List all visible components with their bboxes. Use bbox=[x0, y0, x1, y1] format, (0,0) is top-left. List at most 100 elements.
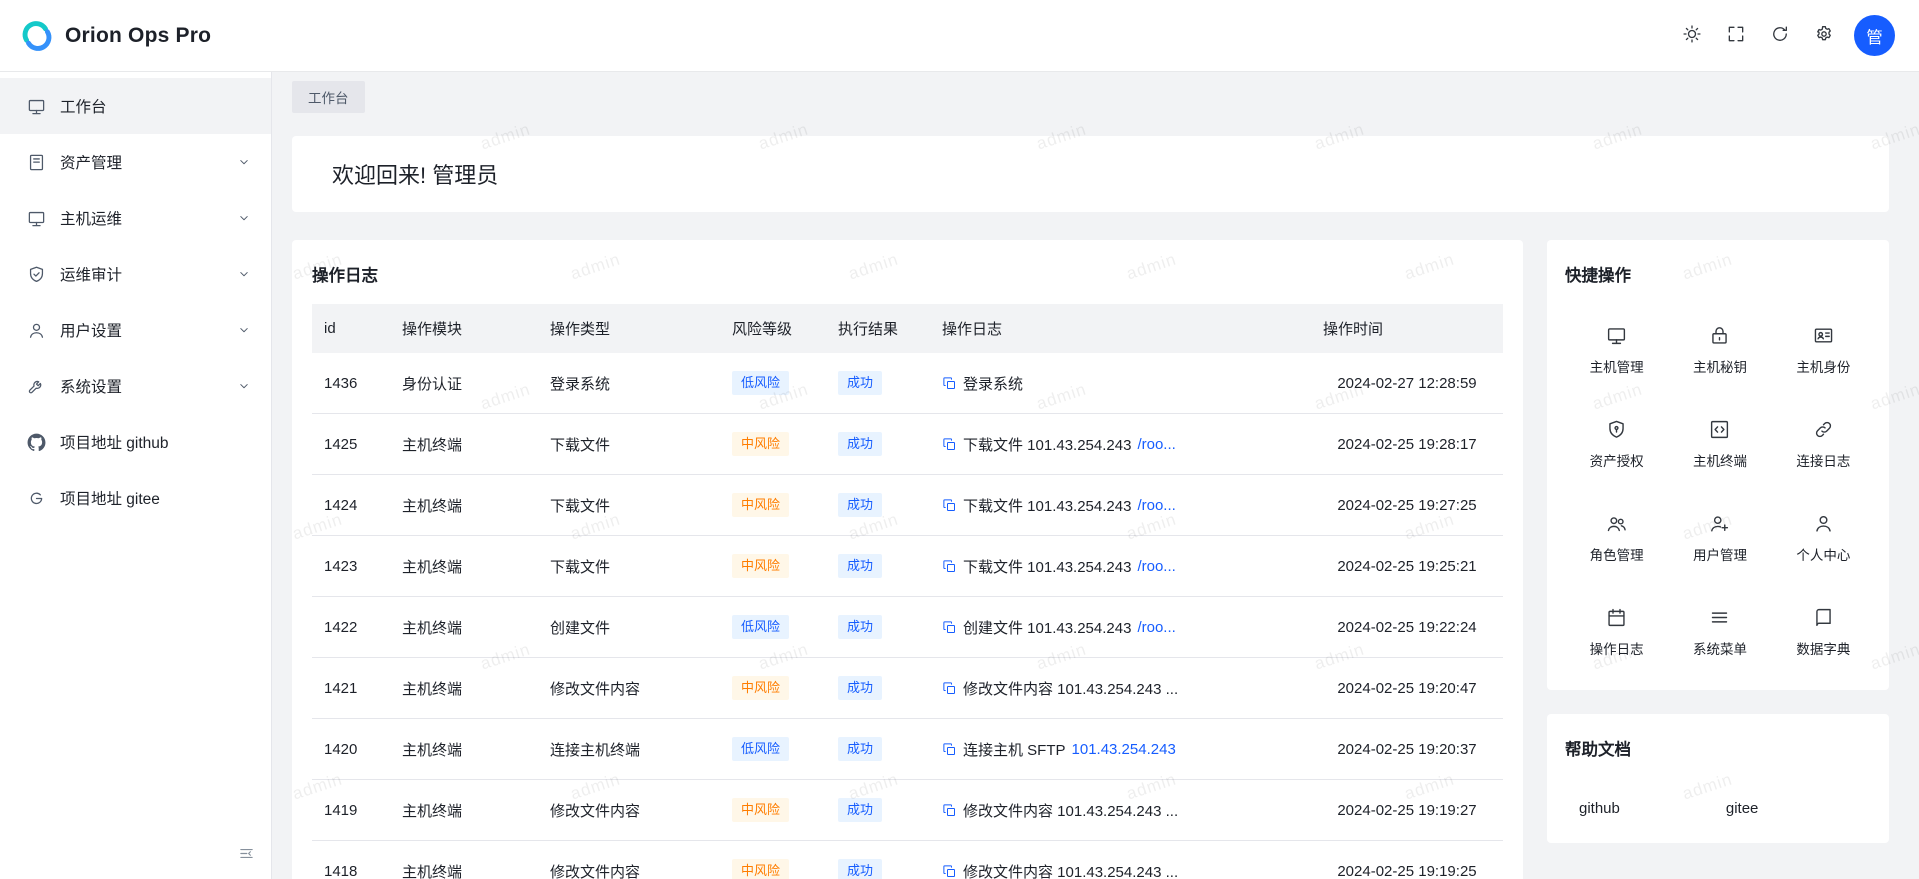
table-row: 1422 主机终端 创建文件 低风险 成功 创建文件 101.43.254.24… bbox=[312, 597, 1503, 658]
header-actions: 管 bbox=[1682, 15, 1895, 56]
quick-action-host-identity[interactable]: 主机身份 bbox=[1772, 318, 1875, 382]
user-icon bbox=[1813, 513, 1834, 534]
cell-time: 2024-02-25 19:25:21 bbox=[1311, 536, 1503, 597]
sidebar-item-host-ops[interactable]: 主机运维 bbox=[0, 190, 271, 246]
cell-module: 身份认证 bbox=[390, 353, 538, 414]
chevron-down-icon bbox=[237, 211, 251, 225]
log-link[interactable]: /roo... bbox=[1137, 558, 1175, 575]
copy-icon[interactable] bbox=[942, 742, 957, 757]
log-link[interactable]: 101.43.254.243 bbox=[1072, 741, 1176, 758]
help-link-gitee[interactable]: gitee bbox=[1726, 800, 1759, 817]
log-link[interactable]: /roo... bbox=[1137, 436, 1175, 453]
log-link[interactable]: /roo... bbox=[1137, 497, 1175, 514]
app-logo[interactable]: Orion Ops Pro bbox=[20, 19, 211, 53]
quick-action-connection-logs[interactable]: 连接日志 bbox=[1772, 412, 1875, 476]
safety-icon bbox=[1606, 419, 1627, 440]
cell-id: 1423 bbox=[312, 536, 390, 597]
result-badge: 成功 bbox=[838, 615, 882, 639]
risk-badge: 中风险 bbox=[732, 676, 789, 700]
cell-id: 1421 bbox=[312, 658, 390, 719]
collapse-sidebar-button[interactable] bbox=[238, 845, 255, 865]
shield-icon bbox=[27, 265, 46, 284]
quick-action-label: 主机管理 bbox=[1590, 356, 1644, 376]
quick-action-asset-auth[interactable]: 资产授权 bbox=[1565, 412, 1668, 476]
log-text: 连接主机 SFTP bbox=[963, 739, 1066, 760]
log-text: 修改文件内容 101.43.254.243 ... bbox=[963, 800, 1178, 821]
sidebar: 工作台 资产管理 主机运维 运维审计 用户设置 系统设置 项目地址 github… bbox=[0, 72, 272, 879]
sidebar-item-workbench[interactable]: 工作台 bbox=[0, 78, 271, 134]
quick-action-host-terminal[interactable]: 主机终端 bbox=[1668, 412, 1771, 476]
result-badge: 成功 bbox=[838, 371, 882, 395]
copy-icon[interactable] bbox=[942, 681, 957, 696]
welcome-card: 欢迎回来! 管理员 bbox=[292, 136, 1889, 212]
cell-module: 主机终端 bbox=[390, 719, 538, 780]
refresh-button[interactable] bbox=[1770, 24, 1790, 47]
cell-id: 1419 bbox=[312, 780, 390, 841]
user-add-icon bbox=[1709, 513, 1730, 534]
risk-badge: 低风险 bbox=[732, 615, 789, 639]
team-icon bbox=[1606, 513, 1627, 534]
copy-icon[interactable] bbox=[942, 864, 957, 879]
copy-icon[interactable] bbox=[942, 376, 957, 391]
tab-workbench[interactable]: 工作台 bbox=[292, 81, 365, 113]
gitee-icon bbox=[27, 489, 46, 508]
cell-time: 2024-02-25 19:19:27 bbox=[1311, 780, 1503, 841]
risk-badge: 中风险 bbox=[732, 493, 789, 517]
copy-icon[interactable] bbox=[942, 498, 957, 513]
chevron-down-icon bbox=[237, 323, 251, 337]
user-avatar[interactable]: 管 bbox=[1854, 15, 1895, 56]
help-link-github[interactable]: github bbox=[1579, 800, 1620, 817]
copy-icon[interactable] bbox=[942, 620, 957, 635]
quick-actions-grid: 主机管理 主机秘钥 主机身份 资产授权 主机终端 连接日志 角色管理 用户管理 … bbox=[1565, 304, 1875, 664]
quick-action-label: 主机秘钥 bbox=[1693, 356, 1747, 376]
quick-action-system-menu[interactable]: 系统菜单 bbox=[1668, 600, 1771, 664]
sidebar-item-audit[interactable]: 运维审计 bbox=[0, 246, 271, 302]
wrench-icon bbox=[27, 377, 46, 396]
copy-icon[interactable] bbox=[942, 803, 957, 818]
quick-action-host-keys[interactable]: 主机秘钥 bbox=[1668, 318, 1771, 382]
theme-toggle-button[interactable] bbox=[1682, 24, 1702, 47]
log-text: 下载文件 101.43.254.243 bbox=[963, 495, 1131, 516]
quick-action-operation-logs[interactable]: 操作日志 bbox=[1565, 600, 1668, 664]
cell-module: 主机终端 bbox=[390, 658, 538, 719]
sidebar-item-assets[interactable]: 资产管理 bbox=[0, 134, 271, 190]
sidebar-item-user-settings[interactable]: 用户设置 bbox=[0, 302, 271, 358]
sidebar-item-gitee[interactable]: 项目地址 gitee bbox=[0, 470, 271, 526]
copy-icon[interactable] bbox=[942, 559, 957, 574]
quick-action-host-management[interactable]: 主机管理 bbox=[1565, 318, 1668, 382]
quick-action-personal-center[interactable]: 个人中心 bbox=[1772, 506, 1875, 570]
quick-action-label: 资产授权 bbox=[1590, 450, 1644, 470]
cell-type: 下载文件 bbox=[538, 536, 720, 597]
monitor-icon bbox=[1606, 325, 1627, 346]
sidebar-item-github[interactable]: 项目地址 github bbox=[0, 414, 271, 470]
monitor-icon bbox=[27, 209, 46, 228]
risk-badge: 低风险 bbox=[732, 737, 789, 761]
cell-type: 创建文件 bbox=[538, 597, 720, 658]
log-text: 修改文件内容 101.43.254.243 ... bbox=[963, 678, 1178, 699]
quick-action-user-management[interactable]: 用户管理 bbox=[1668, 506, 1771, 570]
log-link[interactable]: /roo... bbox=[1137, 619, 1175, 636]
menu-icon bbox=[1709, 607, 1730, 628]
copy-icon[interactable] bbox=[942, 437, 957, 452]
result-badge: 成功 bbox=[838, 798, 882, 822]
refresh-icon bbox=[1770, 24, 1790, 47]
fullscreen-button[interactable] bbox=[1726, 24, 1746, 47]
sidebar-item-label: 运维审计 bbox=[60, 263, 223, 285]
cell-time: 2024-02-27 12:28:59 bbox=[1311, 353, 1503, 414]
quick-action-role-management[interactable]: 角色管理 bbox=[1565, 506, 1668, 570]
sidebar-item-label: 项目地址 github bbox=[60, 431, 251, 453]
app-logo-icon bbox=[20, 19, 54, 53]
right-column: 快捷操作 主机管理 主机秘钥 主机身份 资产授权 主机终端 连接日志 角色管理 … bbox=[1547, 240, 1889, 843]
risk-badge: 中风险 bbox=[732, 798, 789, 822]
log-text: 登录系统 bbox=[963, 373, 1023, 394]
risk-badge: 低风险 bbox=[732, 371, 789, 395]
table-row: 1425 主机终端 下载文件 中风险 成功 下载文件 101.43.254.24… bbox=[312, 414, 1503, 475]
result-badge: 成功 bbox=[838, 676, 882, 700]
settings-button[interactable] bbox=[1814, 24, 1834, 47]
column-header-1: 操作模块 bbox=[390, 304, 538, 353]
sidebar-item-system-settings[interactable]: 系统设置 bbox=[0, 358, 271, 414]
calendar-icon bbox=[1606, 607, 1627, 628]
quick-action-data-dictionary[interactable]: 数据字典 bbox=[1772, 600, 1875, 664]
quick-action-label: 主机身份 bbox=[1796, 356, 1850, 376]
cell-type: 登录系统 bbox=[538, 353, 720, 414]
